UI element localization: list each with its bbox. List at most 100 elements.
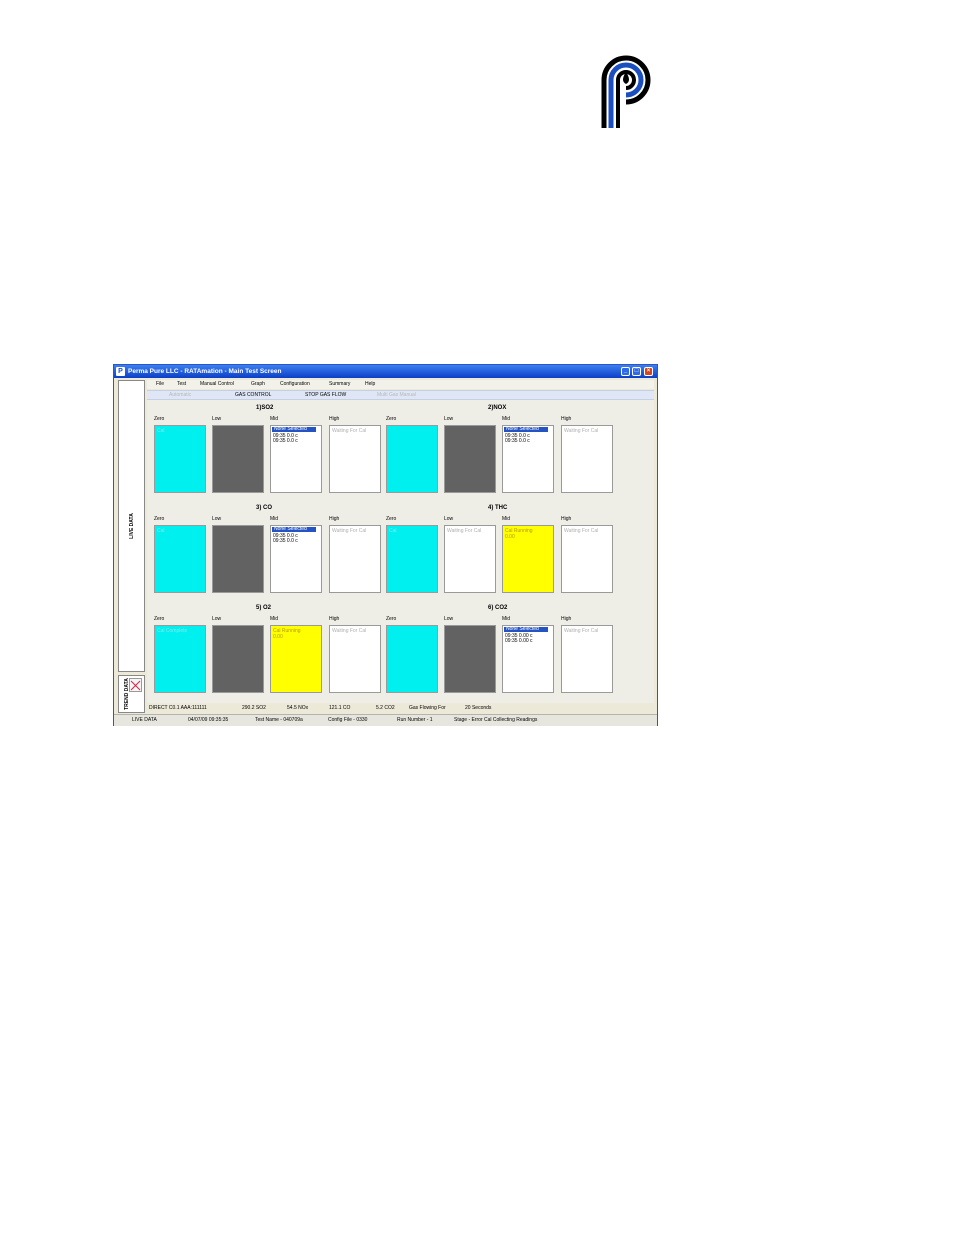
cal-box-2nox-zero[interactable] (386, 425, 438, 493)
cell-label-low: Low (444, 416, 454, 422)
menu-graph[interactable]: Graph (251, 381, 265, 387)
automatic-button[interactable]: Automatic (169, 392, 191, 398)
gas-title-5o2: 5) O2 (256, 605, 272, 611)
cal-box-6co2-zero[interactable] (386, 625, 438, 693)
maximize-button[interactable]: □ (632, 367, 641, 376)
nox-reading: 54.5 NOx (287, 705, 309, 711)
cal-box-5o2-mid[interactable]: Cal Running 0.00 (270, 625, 322, 693)
cal-status-text: Waiting For Cal (564, 428, 599, 434)
menu-test[interactable]: Test (177, 381, 186, 387)
co2-reading: 5.2 CO2 (376, 705, 395, 711)
cal-box-4thc-high[interactable]: Waiting For Cal (561, 525, 613, 593)
cell-label-high: High (329, 416, 340, 422)
gas-control-button[interactable]: GAS CONTROL (235, 392, 271, 398)
cell-label-high: High (329, 516, 340, 522)
menu-help[interactable]: Help (365, 381, 375, 387)
cell-label-mid: Mid (502, 516, 511, 522)
cal-box-3co-mid[interactable]: None Selected 09:35 0.0 c 09:35 0.0 c (270, 525, 322, 593)
cal-status-text: Cal (157, 528, 165, 534)
selection-header[interactable]: None Selected (504, 627, 548, 632)
selection-header[interactable]: None Selected (272, 527, 316, 532)
cal-box-1so2-low[interactable] (212, 425, 264, 493)
cal-box-4thc-zero[interactable]: Cal (386, 525, 438, 593)
stop-gas-flow-button[interactable]: STOP GAS FLOW (305, 392, 346, 398)
tab-trend-data[interactable]: TREND DATA (118, 675, 145, 713)
cal-box-6co2-low[interactable] (444, 625, 496, 693)
menu-configuration[interactable]: Configuration (280, 381, 310, 387)
cal-box-6co2-mid[interactable]: None Selected 09:35 0.00 c 09:35 0.00 c (502, 625, 554, 693)
cell-label-low: Low (212, 616, 222, 622)
cal-box-2nox-mid[interactable]: None Selected 09:35 0.0 c 09:35 0.0 c (502, 425, 554, 493)
reading-row: 09:35 0.0 c (273, 438, 298, 444)
cal-box-3co-high[interactable]: Waiting For Cal (329, 525, 381, 593)
cell-label-zero: Zero (386, 616, 397, 622)
multi-gas-manual-button[interactable]: Multi Gas Manual (377, 392, 416, 398)
cal-box-2nox-low[interactable] (444, 425, 496, 493)
cell-label-high: High (561, 416, 572, 422)
reading-row: 09:35 0.0 c (273, 538, 298, 544)
app-icon: P (116, 367, 125, 376)
status-run-number: Run Number - 1 (397, 717, 433, 723)
selection-header[interactable]: None Selected (272, 427, 316, 432)
cal-box-3co-low[interactable] (212, 525, 264, 593)
cal-box-1so2-zero[interactable]: Cal (154, 425, 206, 493)
gas-flowing-label: Gas Flowing For (409, 705, 446, 711)
cal-box-6co2-high[interactable]: Waiting For Cal (561, 625, 613, 693)
cell-label-high: High (561, 616, 572, 622)
status-test-name: Test Name - 040709a (255, 717, 303, 723)
title-bar: P Perma Pure LLC - RATAmation - Main Tes… (114, 365, 657, 378)
close-button[interactable]: × (644, 367, 653, 376)
so2-reading: 290.2 SO2 (242, 705, 266, 711)
cal-box-2nox-high[interactable]: Waiting For Cal (561, 425, 613, 493)
cal-status-text: Cal (157, 428, 165, 434)
cell-label-zero: Zero (154, 416, 165, 422)
cal-box-1so2-mid[interactable]: None Selected 09:35 0.0 c 09:35 0.0 c (270, 425, 322, 493)
cal-box-4thc-low[interactable]: Waiting For Cal (444, 525, 496, 593)
selection-header[interactable]: None Selected (504, 427, 548, 432)
cal-box-4thc-mid[interactable]: Cal Running 0.00 (502, 525, 554, 593)
cal-box-3co-zero[interactable]: Cal (154, 525, 206, 593)
minimize-button[interactable]: _ (621, 367, 630, 376)
reading-row: 09:35 0.00 c (505, 638, 533, 644)
cal-status-value: 0.00 (273, 634, 283, 640)
cal-box-5o2-zero[interactable]: Cal Complete (154, 625, 206, 693)
perma-pure-logo (598, 52, 654, 130)
co-reading: 121.1 CO (329, 705, 351, 711)
gas-title-4thc: 4) THC (488, 505, 508, 511)
cell-label-zero: Zero (154, 616, 165, 622)
cell-label-zero: Zero (154, 516, 165, 522)
cell-label-mid: Mid (270, 416, 279, 422)
menu-summary[interactable]: Summary (329, 381, 350, 387)
calibration-grid: 1)SO2 Zero Cal Low Mid None Selected 09:35 0.0… (147, 400, 654, 703)
menu-file[interactable]: File (156, 381, 164, 387)
live-readings: DIRECT C0.1 AAA:111111 290.2 SO2 54.5 NO… (147, 704, 654, 712)
trend-chart-icon (129, 678, 142, 692)
cal-status-text: Cal Complete (157, 628, 188, 634)
cell-label-mid: Mid (502, 616, 511, 622)
cell-label-high: High (329, 616, 340, 622)
cal-status-text: Waiting For Cal (332, 428, 367, 434)
gas-title-3co: 3) CO (256, 505, 273, 511)
cal-box-5o2-low[interactable] (212, 625, 264, 693)
gas-flowing-time: 20 Seconds (465, 705, 492, 711)
cell-label-low: Low (212, 416, 222, 422)
cal-status-text: Waiting For Cal (332, 628, 367, 634)
tab-live-data[interactable]: LIVE DATA (118, 380, 145, 672)
gas-title-1so2: 1)SO2 (256, 405, 274, 411)
tab-trend-data-label: TREND DATA (124, 678, 130, 710)
reading-row: 09:35 0.0 c (505, 438, 530, 444)
cell-label-mid: Mid (270, 616, 279, 622)
status-config-file: Config File - 0330 (328, 717, 368, 723)
menu-manual-control[interactable]: Manual Control (200, 381, 234, 387)
toolbar: Automatic GAS CONTROL STOP GAS FLOW Mult… (147, 390, 654, 400)
tab-live-data-label: LIVE DATA (128, 513, 135, 539)
gas-title-6co2: 6) CO2 (488, 605, 508, 611)
cal-box-5o2-high[interactable]: Waiting For Cal (329, 625, 381, 693)
analyzer-id: DIRECT C0.1 AAA:111111 (149, 705, 207, 711)
window-title: Perma Pure LLC - RATAmation - Main Test … (128, 368, 282, 375)
cell-label-mid: Mid (270, 516, 279, 522)
cal-status-text: Waiting For Cal (564, 528, 599, 534)
cal-box-1so2-high[interactable]: Waiting For Cal (329, 425, 381, 493)
cell-label-low: Low (444, 616, 454, 622)
cell-label-low: Low (212, 516, 222, 522)
